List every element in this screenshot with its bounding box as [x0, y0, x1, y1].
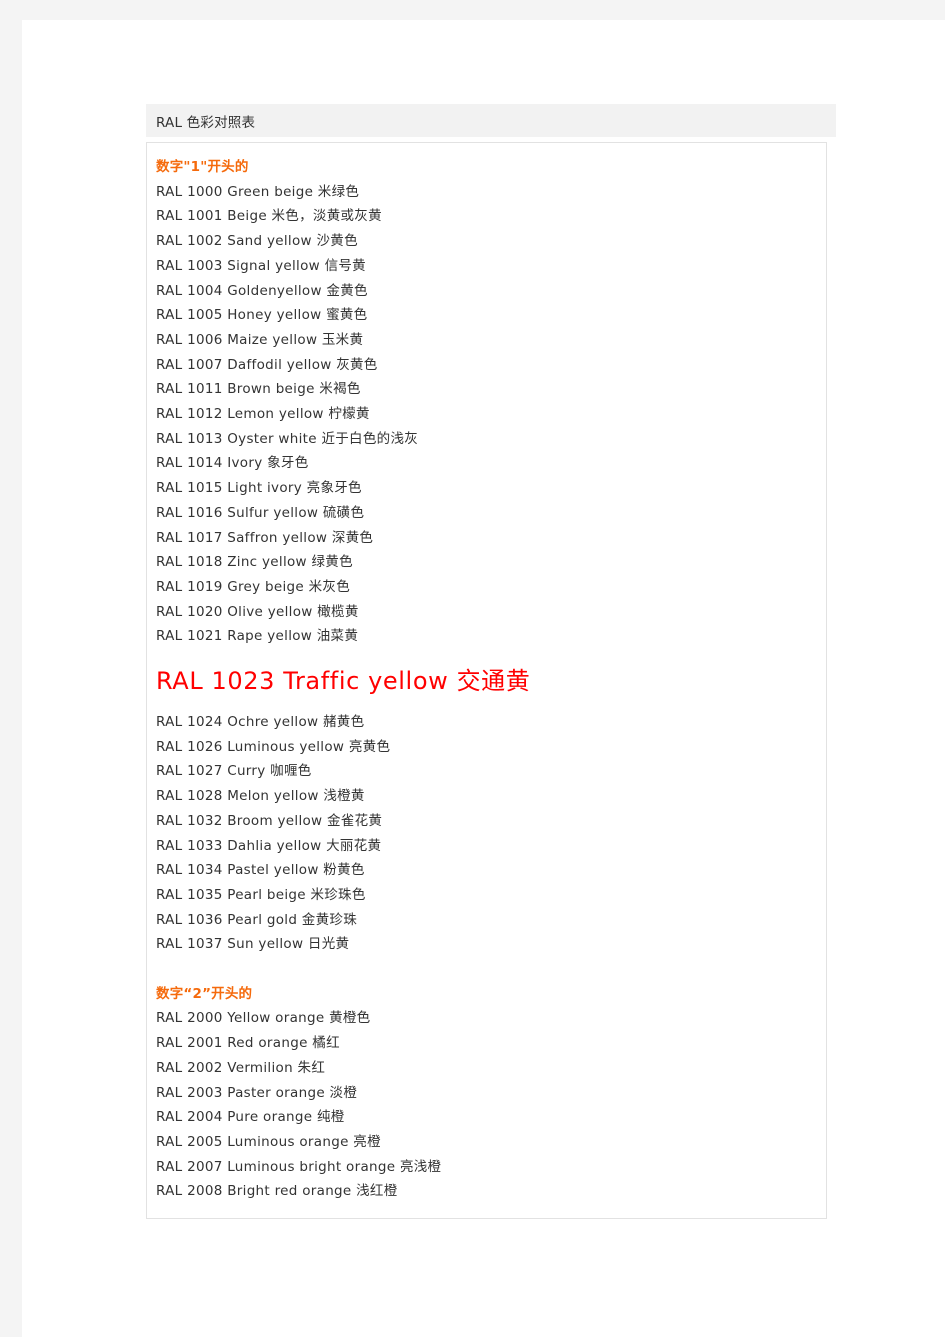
color-entry: RAL 1005 Honey yellow 蜜黄色 — [156, 307, 368, 324]
color-entry-highlighted: RAL 1023 Traffic yellow 交通黄 — [156, 667, 531, 696]
color-entry: RAL 1006 Maize yellow 玉米黄 — [156, 331, 364, 348]
color-entry: RAL 1028 Melon yellow 浅橙黄 — [156, 788, 365, 805]
color-entry: RAL 1018 Zinc yellow 绿黄色 — [156, 554, 353, 571]
color-entry: RAL 1012 Lemon yellow 柠檬黄 — [156, 406, 370, 423]
color-entry: RAL 2003 Paster orange 淡橙 — [156, 1084, 358, 1101]
color-entry: RAL 1024 Ochre yellow 赭黄色 — [156, 714, 365, 731]
color-entry: RAL 1000 Green beige 米绿色 — [156, 183, 360, 200]
color-entry: RAL 1001 Beige 米色，淡黄或灰黄 — [156, 208, 382, 225]
color-entry: RAL 1027 Curry 咖喱色 — [156, 763, 312, 780]
color-entry: RAL 2007 Luminous bright orange 亮浅橙 — [156, 1158, 442, 1175]
document-title: RAL 色彩对照表 — [156, 115, 256, 131]
color-entry: RAL 2004 Pure orange 纯橙 — [156, 1109, 345, 1126]
color-entry: RAL 1013 Oyster white 近于白色的浅灰 — [156, 430, 419, 447]
color-entry: RAL 1036 Pearl gold 金黄珍珠 — [156, 911, 357, 928]
color-entry: RAL 1026 Luminous yellow 亮黄色 — [156, 738, 391, 755]
color-entry: RAL 1002 Sand yellow 沙黄色 — [156, 233, 358, 250]
color-entry: RAL 1007 Daffodil yellow 灰黄色 — [156, 356, 378, 373]
page-gutter-left — [0, 0, 22, 1337]
color-entry: RAL 1011 Brown beige 米褐色 — [156, 381, 361, 398]
color-entry: RAL 2000 Yellow orange 黄橙色 — [156, 1010, 371, 1027]
color-entry: RAL 1004 Goldenyellow 金黄色 — [156, 282, 368, 299]
color-list-container: 数字"1"开头的 RAL 1000 Green beige 米绿色 RAL 1001… — [146, 142, 827, 1220]
color-entry: RAL 1033 Dahlia yellow 大丽花黄 — [156, 837, 382, 854]
color-entry: RAL 1037 Sun yellow 日光黄 — [156, 936, 350, 953]
color-entry: RAL 1019 Grey beige 米灰色 — [156, 578, 351, 595]
page-gutter-top — [0, 0, 945, 20]
color-entry: RAL 1032 Broom yellow 金雀花黄 — [156, 812, 383, 829]
page-canvas: RAL 色彩对照表 数字"1"开头的 RAL 1000 Green beige 米… — [22, 20, 945, 1337]
color-entry: RAL 2002 Vermilion 朱红 — [156, 1059, 326, 1076]
color-entry: RAL 1017 Saffron yellow 深黄色 — [156, 529, 374, 546]
color-entry: RAL 2001 Red orange 橘红 — [156, 1035, 340, 1052]
color-entry: RAL 2005 Luminous orange 亮橙 — [156, 1134, 381, 1150]
color-entry: RAL 1020 Olive yellow 橄榄黄 — [156, 603, 359, 620]
section-heading: 数字"1"开头的 — [156, 159, 249, 175]
color-entry: RAL 1035 Pearl beige 米珍珠色 — [156, 886, 366, 903]
document-header-bar: RAL 色彩对照表 — [146, 104, 836, 137]
color-entry: RAL 1034 Pastel yellow 粉黄色 — [156, 862, 365, 879]
color-entry: RAL 1003 Signal yellow 信号黄 — [156, 257, 366, 274]
color-entry: RAL 1014 Ivory 象牙色 — [156, 455, 309, 472]
color-entry: RAL 1016 Sulfur yellow 硫磺色 — [156, 504, 365, 521]
color-entry: RAL 1015 Light ivory 亮象牙色 — [156, 480, 362, 497]
ral-color-chart-document: RAL 色彩对照表 数字"1"开头的 RAL 1000 Green beige 米… — [146, 104, 836, 1220]
color-entry: RAL 1021 Rape yellow 油菜黄 — [156, 628, 359, 645]
color-entry: RAL 2008 Bright red orange 浅红橙 — [156, 1183, 398, 1200]
section-heading: 数字“2”开头的 — [156, 985, 253, 1002]
